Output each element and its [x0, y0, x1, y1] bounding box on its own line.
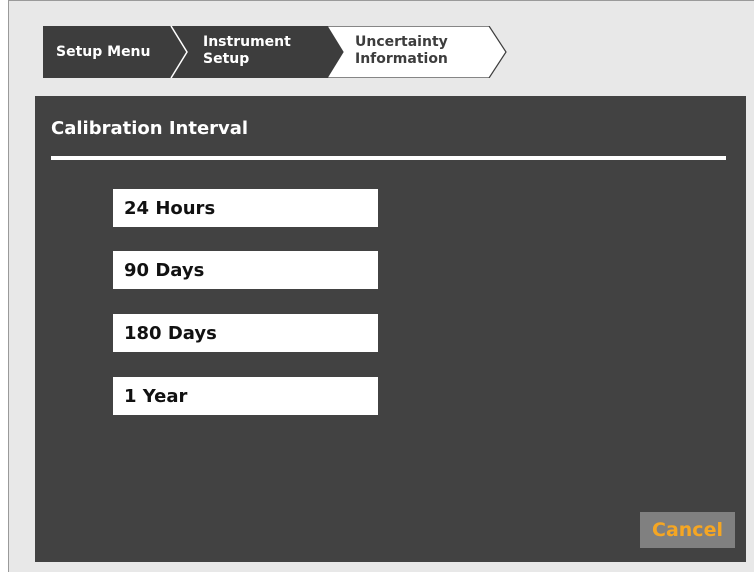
- panel-title: Calibration Interval: [51, 118, 249, 139]
- breadcrumb-setup-menu[interactable]: Setup Menu: [56, 44, 151, 61]
- calibration-interval-panel: Calibration Interval 24 Hours 90 Days 18…: [35, 96, 746, 562]
- option-180-days[interactable]: 180 Days: [113, 314, 378, 352]
- option-1-year[interactable]: 1 Year: [113, 377, 378, 415]
- option-90-days[interactable]: 90 Days: [113, 251, 378, 289]
- breadcrumb-uncertainty-line2: Information: [355, 51, 448, 67]
- breadcrumb-instrument-setup-line2: Setup: [203, 51, 250, 67]
- title-divider: [51, 156, 726, 160]
- breadcrumb-instrument-setup[interactable]: Instrument Setup: [203, 34, 291, 68]
- breadcrumb-setup-menu-label: Setup Menu: [56, 44, 151, 60]
- cancel-button[interactable]: Cancel: [640, 512, 735, 548]
- breadcrumb: Setup Menu Instrument Setup Uncertainty …: [43, 26, 513, 78]
- option-24-hours[interactable]: 24 Hours: [113, 189, 378, 227]
- breadcrumb-instrument-setup-line1: Instrument: [203, 34, 291, 50]
- breadcrumb-uncertainty-information[interactable]: Uncertainty Information: [355, 34, 448, 68]
- breadcrumb-uncertainty-line1: Uncertainty: [355, 34, 448, 50]
